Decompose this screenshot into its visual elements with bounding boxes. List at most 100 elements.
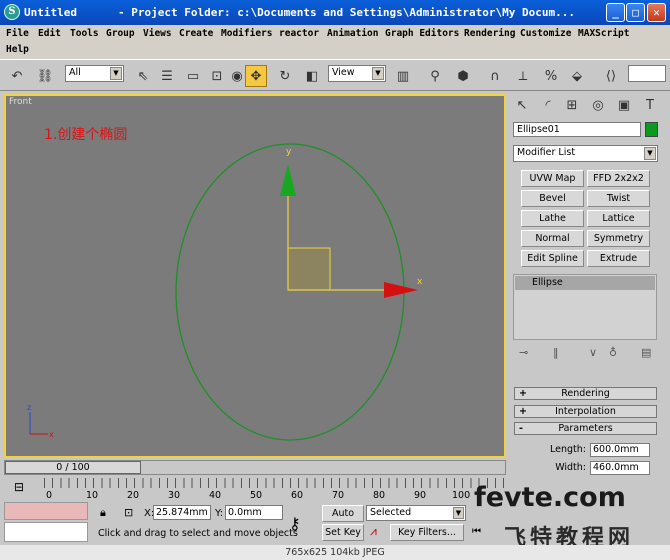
go-to-start-icon[interactable]: ⏮ [472, 526, 481, 537]
width-input[interactable]: 460.0mm [590, 461, 650, 475]
remove-modifier-icon[interactable]: ♁ [609, 346, 617, 359]
close-button[interactable]: ✕ [647, 3, 666, 22]
named-selection-icon[interactable]: ⟨⟩ [600, 65, 622, 87]
menu-graph-editors[interactable]: Graph Editors [385, 28, 459, 39]
utilities-tab-icon[interactable]: T [640, 96, 660, 116]
undo-icon[interactable]: ↶ [6, 65, 28, 87]
percent-snap-icon[interactable]: % [540, 65, 562, 87]
command-panel-tabs: ↖ ◜ ⊞ ◎ ▣ T [508, 94, 670, 116]
window-crossing-icon[interactable]: ⊡ [206, 65, 228, 87]
hierarchy-tab-icon[interactable]: ⊞ [562, 96, 582, 116]
select-by-name-icon[interactable]: ☰ [156, 65, 178, 87]
make-unique-icon[interactable]: ∨ [589, 346, 597, 359]
lattice-button[interactable]: Lattice [587, 210, 650, 227]
rollout-label: Interpolation [555, 406, 616, 417]
uvw-map-button[interactable]: UVW Map [521, 170, 584, 187]
tangent-curve-icon[interactable]: ⩘ [370, 524, 377, 539]
pin-stack-icon[interactable]: ⊸ [519, 346, 528, 359]
scale-icon[interactable]: ◧ [301, 65, 323, 87]
lock-selection-icon[interactable]: 🔒︎ [100, 506, 106, 520]
menu-group[interactable]: Group [106, 28, 135, 39]
key-mode-dropdown[interactable]: Selected ▼ [366, 505, 466, 521]
auto-key-button[interactable]: Auto Key [322, 505, 364, 534]
rollout-label: Parameters [558, 423, 613, 434]
object-name-field[interactable]: Ellipse01 [513, 122, 641, 137]
modifier-stack[interactable]: Ellipse [513, 274, 657, 340]
time-slider-thumb[interactable]: 0 / 100 [5, 461, 141, 474]
keyboard-shortcut-icon[interactable]: ⬢ [452, 65, 474, 87]
menu-file[interactable]: File [6, 28, 29, 39]
rollout-toggle: + [519, 406, 527, 417]
menu-bar: File Edit Tools Group Views Create Modif… [0, 25, 670, 59]
length-input[interactable]: 600.0mm [590, 443, 650, 457]
rollout-rendering[interactable]: + Rendering [514, 387, 657, 400]
extrude-button[interactable]: Extrude [587, 250, 650, 267]
length-param: Length: 600.0mm [538, 443, 658, 458]
y-coord-input[interactable]: 0.0mm [225, 505, 283, 520]
absolute-mode-icon[interactable]: ⊡ [124, 506, 133, 519]
configure-sets-icon[interactable]: ▤ [641, 346, 651, 359]
menu-customize[interactable]: Customize [520, 28, 571, 39]
create-tab-icon[interactable]: ↖ [512, 96, 532, 116]
object-color-swatch[interactable] [645, 122, 658, 137]
menu-rendering[interactable]: Rendering [464, 28, 515, 39]
stack-toolbar: ⊸ ‖ ∨ ♁ ▤ [513, 346, 658, 362]
menu-create[interactable]: Create [179, 28, 213, 39]
lathe-button[interactable]: Lathe [521, 210, 584, 227]
motion-tab-icon[interactable]: ◎ [588, 96, 608, 116]
edit-spline-button[interactable]: Edit Spline [521, 250, 584, 267]
menu-edit[interactable]: Edit [38, 28, 61, 39]
key-mode-value: Selected [370, 507, 412, 518]
symmetry-button[interactable]: Symmetry [587, 230, 650, 247]
move-icon[interactable]: ✥ [245, 65, 267, 87]
length-label: Length: [550, 444, 586, 455]
select-object-icon[interactable]: ⇖ [132, 65, 154, 87]
app-icon[interactable]: S [4, 4, 20, 20]
rotate-icon[interactable]: ↻ [274, 65, 296, 87]
selection-filter-dropdown[interactable]: All ▼ [65, 65, 124, 82]
snap-toggle-icon[interactable]: ∩ [484, 65, 506, 87]
maxscript-listener[interactable] [4, 502, 88, 520]
axis-x-label: x [417, 277, 423, 287]
menu-reactor[interactable]: reactor [279, 28, 319, 39]
pivot-center-icon[interactable]: ▥ [392, 65, 414, 87]
rectangular-selection-icon[interactable]: ▭ [182, 65, 204, 87]
menu-animation[interactable]: Animation [327, 28, 378, 39]
set-key-button[interactable]: Set Key [322, 524, 364, 541]
modify-tab-icon[interactable]: ◜ [538, 96, 558, 116]
menu-views[interactable]: Views [143, 28, 172, 39]
track-ruler [44, 478, 504, 488]
twist-button[interactable]: Twist [587, 190, 650, 207]
track-bar-icon[interactable]: ⊟ [14, 480, 24, 494]
front-viewport[interactable]: Front 1.创建个椭圆 y x z x [4, 94, 506, 458]
maxscript-mini-listener[interactable] [4, 522, 88, 542]
angle-snap-icon[interactable]: ⟂ [512, 65, 534, 87]
select-manipulate-icon[interactable]: ⚲ [424, 65, 446, 87]
maximize-button[interactable]: □ [626, 3, 645, 22]
ffd-button[interactable]: FFD 2x2x2 [587, 170, 650, 187]
menu-help[interactable]: Help [6, 44, 29, 55]
rollout-interpolation[interactable]: + Interpolation [514, 405, 657, 418]
key-filters-button[interactable]: Key Filters... [390, 524, 464, 541]
reference-coord-dropdown[interactable]: View ▼ [328, 65, 386, 82]
display-tab-icon[interactable]: ▣ [614, 96, 634, 116]
rollout-parameters[interactable]: - Parameters [514, 422, 657, 435]
menu-tools[interactable]: Tools [70, 28, 99, 39]
menu-modifiers[interactable]: Modifiers [221, 28, 272, 39]
bevel-button[interactable]: Bevel [521, 190, 584, 207]
named-selection-sets[interactable] [628, 65, 666, 82]
minimize-button[interactable]: _ [606, 3, 625, 22]
key-icon[interactable]: ⚷ [289, 514, 301, 533]
show-end-result-icon[interactable]: ‖ [553, 346, 559, 359]
modifier-list-label: Modifier List [517, 147, 576, 158]
menu-maxscript[interactable]: MAXScript [578, 28, 629, 39]
x-coord-input[interactable]: 25.874mm [153, 505, 211, 520]
select-link-icon[interactable]: ⛓ [34, 65, 56, 87]
spinner-snap-icon[interactable]: ⬙ [566, 65, 588, 87]
track-bar[interactable]: ⊟ 0 10 20 30 40 50 60 70 80 90 100 [4, 478, 506, 501]
mini-z-label: z [27, 403, 31, 412]
time-slider[interactable]: 0 / 100 [4, 460, 506, 475]
modifier-list-dropdown[interactable]: Modifier List ▼ [513, 145, 658, 162]
normal-button[interactable]: Normal [521, 230, 584, 247]
stack-item-ellipse[interactable]: Ellipse [515, 276, 655, 290]
